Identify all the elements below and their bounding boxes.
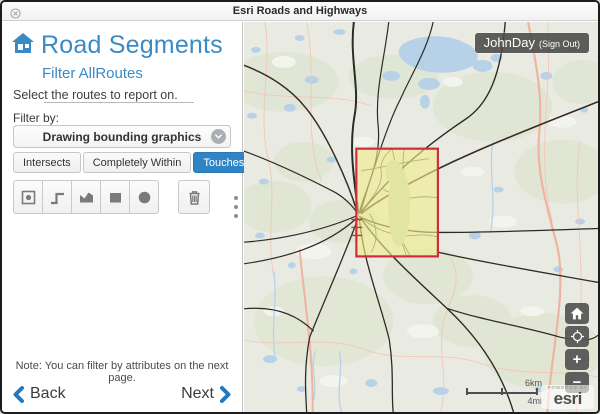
page-title: Road Segments: [41, 31, 223, 60]
polyline-icon: [49, 189, 66, 206]
note-text: Note: You can filter by attributes on th…: [2, 360, 242, 384]
page-subtitle: Filter AllRoutes: [42, 65, 143, 82]
scale-line: [466, 392, 538, 394]
scale-imperial-label: 4mi: [527, 396, 542, 406]
user-sign-out-button[interactable]: JohnDay (Sign Out): [475, 33, 589, 53]
map-home-button[interactable]: [565, 303, 589, 324]
home-icon: [11, 32, 35, 59]
filter-panel: Road Segments Filter AllRoutes Select th…: [2, 22, 243, 412]
instruction-text: Select the routes to report on.: [13, 88, 178, 102]
user-name: JohnDay: [484, 35, 535, 50]
next-label: Next: [181, 385, 214, 403]
esri-brand: esri: [547, 390, 588, 407]
point-icon: [20, 189, 37, 206]
selection-graphic[interactable]: [351, 149, 438, 257]
scale-metric-label: 6km: [525, 378, 542, 388]
draw-polyline-button[interactable]: [42, 180, 72, 214]
dropdown-value: Drawing bounding graphics: [43, 130, 202, 144]
locate-icon: [570, 329, 585, 344]
map-canvas[interactable]: [244, 22, 598, 412]
tab-completely-within[interactable]: Completely Within: [83, 152, 192, 173]
zoom-in-button[interactable]: +: [565, 349, 589, 370]
chevron-right-icon: [220, 386, 232, 403]
app-window: Esri Roads and Highways Road Segments Fi…: [0, 0, 600, 414]
rectangle-icon: [107, 189, 124, 206]
panel-splitter-handle[interactable]: [234, 196, 238, 218]
back-button[interactable]: Back: [12, 385, 66, 403]
draw-toolbar: [13, 180, 210, 214]
window-title: Esri Roads and Highways: [233, 5, 367, 17]
next-button[interactable]: Next: [181, 385, 232, 403]
trash-icon: [186, 189, 203, 206]
locate-button[interactable]: [565, 326, 589, 347]
draw-circle-button[interactable]: [129, 180, 159, 214]
draw-polygon-button[interactable]: [71, 180, 101, 214]
map-controls: + −: [565, 303, 589, 393]
esri-logo: POWERED BY esri: [541, 385, 594, 410]
title-bar: Esri Roads and Highways: [2, 2, 598, 21]
draw-rectangle-button[interactable]: [100, 180, 130, 214]
divider: [44, 102, 194, 103]
back-label: Back: [30, 385, 66, 403]
scale-bar: 6km 4mi: [466, 392, 538, 394]
close-icon[interactable]: [10, 6, 21, 17]
tab-intersects[interactable]: Intersects: [13, 152, 81, 173]
selection-rectangle[interactable]: [356, 149, 438, 257]
draw-point-button[interactable]: [13, 180, 43, 214]
chevron-down-icon: [211, 129, 226, 144]
circle-icon: [136, 189, 153, 206]
sign-out-label: (Sign Out): [539, 39, 580, 49]
polygon-icon: [78, 189, 95, 206]
home-icon: [570, 307, 584, 320]
map-container: JohnDay (Sign Out) + − 6km 4mi POWERED B…: [244, 22, 598, 412]
spatial-relation-tabs: Intersects Completely Within Touches Edg…: [13, 152, 283, 173]
filter-method-dropdown[interactable]: Drawing bounding graphics: [13, 125, 231, 148]
chevron-left-icon: [12, 386, 24, 403]
clear-graphics-button[interactable]: [178, 180, 210, 214]
filter-by-label: Filter by:: [13, 111, 59, 125]
